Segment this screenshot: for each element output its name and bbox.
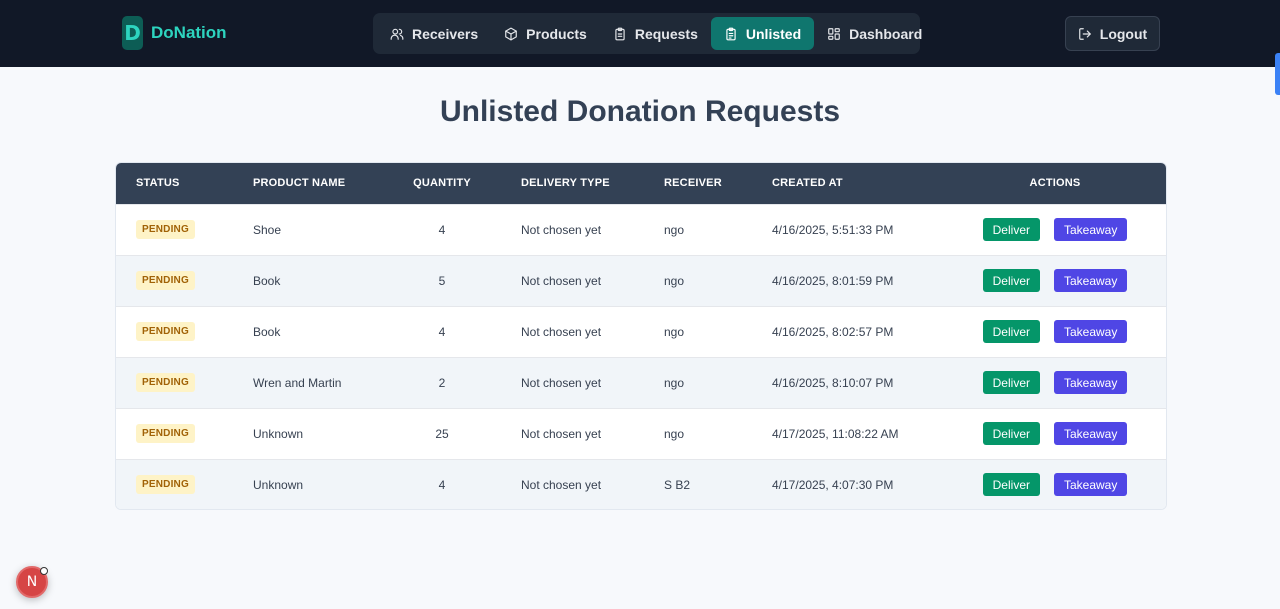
table-row: PENDING Unknown 4 Not chosen yet S B2 4/… xyxy=(116,459,1166,509)
actions-cell: Deliver Takeaway xyxy=(942,408,1166,459)
nav-label: Dashboard xyxy=(849,25,923,42)
quantity-cell: 5 xyxy=(438,273,446,288)
nav-label: Unlisted xyxy=(745,25,802,42)
delivery-type-cell: Not chosen yet xyxy=(521,426,602,441)
logout-button[interactable]: Logout xyxy=(1065,16,1160,51)
product-name-cell: Book xyxy=(253,273,281,288)
delivery-type-cell: Not chosen yet xyxy=(521,477,602,492)
nav-label: Receivers xyxy=(412,25,479,42)
logout-label: Logout xyxy=(1099,25,1148,42)
deliver-button[interactable]: Deliver xyxy=(982,473,1040,497)
receiver-cell: S B2 xyxy=(664,477,691,492)
receiver-cell: ngo xyxy=(664,375,685,390)
column-header-status[interactable]: STATUS xyxy=(116,163,233,204)
brand-logo: D xyxy=(122,16,143,50)
receiver-cell: ngo xyxy=(664,222,685,237)
created-at-cell: 4/17/2025, 11:08:22 AM xyxy=(772,426,899,441)
product-name-cell: Book xyxy=(253,324,281,339)
page-title: Unlisted Donation Requests xyxy=(439,95,841,128)
nav-item-requests[interactable]: Requests xyxy=(600,17,711,50)
delivery-type-cell: Not chosen yet xyxy=(521,375,602,390)
product-name-cell: Wren and Martin xyxy=(253,375,342,390)
table-row: PENDING Wren and Martin 2 Not chosen yet… xyxy=(116,357,1166,408)
actions-cell: Deliver Takeaway xyxy=(942,255,1166,306)
status-badge: PENDING xyxy=(136,271,195,290)
nav-item-dashboard[interactable]: Dashboard xyxy=(814,17,935,50)
takeaway-button[interactable]: Takeaway xyxy=(1053,371,1128,394)
quantity-cell: 4 xyxy=(438,324,446,339)
status-badge: PENDING xyxy=(136,220,195,239)
scrollbar-thumb[interactable] xyxy=(1275,53,1280,95)
quantity-cell: 25 xyxy=(435,426,449,441)
users-icon xyxy=(390,27,404,41)
takeaway-button[interactable]: Takeaway xyxy=(1053,218,1128,241)
product-name-cell: Shoe xyxy=(253,222,282,237)
status-badge: PENDING xyxy=(136,373,195,392)
status-badge: PENDING xyxy=(136,475,195,495)
created-at-cell: 4/16/2025, 8:01:59 PM xyxy=(772,273,894,288)
takeaway-button[interactable]: Takeaway xyxy=(1053,473,1128,497)
status-badge: PENDING xyxy=(136,424,195,443)
clipboard-icon xyxy=(613,27,627,41)
created-at-cell: 4/17/2025, 4:07:30 PM xyxy=(772,477,894,492)
delivery-type-cell: Not chosen yet xyxy=(521,324,602,339)
quantity-cell: 4 xyxy=(438,477,446,492)
takeaway-button[interactable]: Takeaway xyxy=(1053,269,1128,292)
quantity-cell: 2 xyxy=(438,375,446,390)
table-header-row: STATUS PRODUCT NAME QUANTITY DELIVERY TY… xyxy=(116,163,1166,204)
quantity-cell: 4 xyxy=(438,222,446,237)
product-name-cell: Unknown xyxy=(253,426,304,441)
column-header-product-name[interactable]: PRODUCT NAME xyxy=(233,163,383,204)
indicator-dot xyxy=(40,567,48,575)
deliver-button[interactable]: Deliver xyxy=(982,371,1040,394)
table-row: PENDING Shoe 4 Not chosen yet ngo 4/16/2… xyxy=(116,204,1166,255)
actions-cell: Deliver Takeaway xyxy=(942,459,1166,509)
receiver-cell: ngo xyxy=(664,273,685,288)
column-header-quantity[interactable]: QUANTITY xyxy=(383,163,501,204)
column-header-delivery-type[interactable]: DELIVERY TYPE xyxy=(501,163,644,204)
delivery-type-cell: Not chosen yet xyxy=(521,222,602,237)
deliver-button[interactable]: Deliver xyxy=(982,320,1040,343)
nav-label: Products xyxy=(526,25,587,42)
requests-table: STATUS PRODUCT NAME QUANTITY DELIVERY TY… xyxy=(115,162,1167,510)
status-badge: PENDING xyxy=(136,322,195,341)
brand-name: DoNation xyxy=(151,23,227,42)
brand[interactable]: D DoNation xyxy=(122,16,227,50)
deliver-button[interactable]: Deliver xyxy=(982,218,1040,241)
created-at-cell: 4/16/2025, 8:10:07 PM xyxy=(772,375,894,390)
box-icon xyxy=(504,27,518,41)
actions-cell: Deliver Takeaway xyxy=(942,204,1166,255)
main-nav: Receivers Products Requests Unlisted Das… xyxy=(373,13,922,54)
column-header-receiver[interactable]: RECEIVER xyxy=(644,163,752,204)
table-row: PENDING Book 4 Not chosen yet ngo 4/16/2… xyxy=(116,306,1166,357)
nav-label: Requests xyxy=(634,25,698,42)
created-at-cell: 4/16/2025, 8:02:57 PM xyxy=(772,324,894,339)
nav-item-products[interactable]: Products xyxy=(491,17,600,50)
grid-icon xyxy=(827,27,841,41)
table-row: PENDING Unknown 25 Not chosen yet ngo 4/… xyxy=(116,408,1166,459)
nav-item-unlisted[interactable]: Unlisted xyxy=(710,17,815,50)
logout-icon xyxy=(1078,27,1092,41)
column-header-created-at[interactable]: CREATED AT xyxy=(752,163,942,204)
receiver-cell: ngo xyxy=(664,426,685,441)
created-at-cell: 4/16/2025, 5:51:33 PM xyxy=(772,222,894,237)
product-name-cell: Unknown xyxy=(253,477,304,492)
deliver-button[interactable]: Deliver xyxy=(982,269,1040,292)
clipboard-list-icon xyxy=(724,27,738,41)
table-row: PENDING Book 5 Not chosen yet ngo 4/16/2… xyxy=(116,255,1166,306)
deliver-button[interactable]: Deliver xyxy=(982,422,1040,445)
top-navbar: D DoNation Receivers Products Requests U… xyxy=(0,0,1280,67)
receiver-cell: ngo xyxy=(664,324,685,339)
column-header-actions: ACTIONS xyxy=(1029,177,1081,190)
nav-item-receivers[interactable]: Receivers xyxy=(377,17,491,50)
takeaway-button[interactable]: Takeaway xyxy=(1053,422,1128,445)
actions-cell: Deliver Takeaway xyxy=(942,357,1166,408)
delivery-type-cell: Not chosen yet xyxy=(521,273,602,288)
takeaway-button[interactable]: Takeaway xyxy=(1053,320,1128,343)
actions-cell: Deliver Takeaway xyxy=(942,306,1166,357)
